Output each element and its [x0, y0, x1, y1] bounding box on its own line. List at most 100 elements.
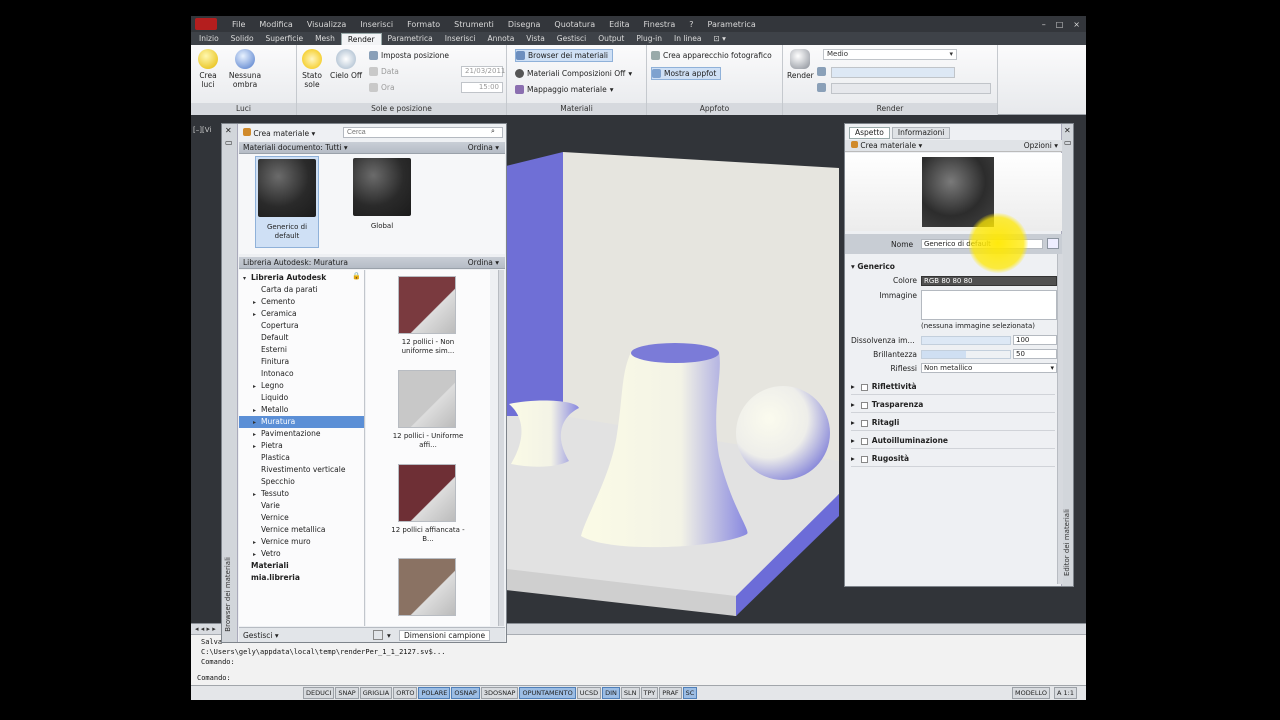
tree-item[interactable]: ▸ Legno — [239, 380, 364, 392]
crea-materiale-button[interactable]: Crea materiale ▾ — [243, 128, 315, 138]
annotation-scale-button[interactable]: A 1:1 — [1054, 687, 1077, 699]
close-icon[interactable]: ✕ — [1064, 126, 1071, 135]
tree-item[interactable]: ▸ Pietra — [239, 440, 364, 452]
material-thumbnail[interactable] — [398, 464, 456, 522]
status-toggle-din[interactable]: DIN — [602, 687, 620, 699]
tree-item[interactable]: Plastica — [239, 452, 364, 464]
model-space-button[interactable]: MODELLO — [1012, 687, 1051, 699]
sort-button[interactable]: Ordina ▾ — [468, 257, 499, 269]
tab-plugin[interactable]: Plug-in — [630, 33, 668, 45]
tab-render[interactable]: Render — [340, 33, 382, 45]
tree-item[interactable]: ▸ Tessuto — [239, 488, 364, 500]
gestisci-button[interactable]: Gestisci ▾ — [243, 631, 279, 640]
document-materials-header[interactable]: Materiali documento: Tutti ▾ Ordina ▾ — [239, 142, 505, 154]
material-swatch-global[interactable]: Global — [351, 156, 415, 248]
tab-inserisci[interactable]: Inserisci — [439, 33, 482, 45]
imposta-posizione-button[interactable]: Imposta posizione — [369, 49, 449, 62]
tree-item[interactable]: ▸ Vernice muro — [239, 536, 364, 548]
panel-title-appfoto[interactable]: Appfoto — [647, 103, 782, 115]
section-checkbox[interactable] — [860, 383, 868, 391]
section-generico[interactable]: ▾ Generico — [851, 262, 895, 271]
status-toggle-3dosnap[interactable]: 3DOSNAP — [480, 687, 519, 699]
thumbnails-scrollbar[interactable] — [498, 270, 504, 626]
search-icon[interactable]: ⌕ — [491, 127, 495, 136]
tab-vista[interactable]: Vista — [520, 33, 551, 45]
editor-scrollbar[interactable] — [1057, 254, 1063, 584]
tab-mesh[interactable]: Mesh — [309, 33, 341, 45]
browser-materiali-button[interactable]: Browser dei materiali — [515, 49, 614, 62]
sort-button[interactable]: Ordina ▾ — [468, 142, 499, 154]
menu-inserisci[interactable]: Inserisci — [353, 20, 400, 29]
section-checkbox[interactable] — [860, 401, 868, 409]
tree-item[interactable]: ▸ Cemento — [239, 296, 364, 308]
panel-title-materiali[interactable]: Materiali — [507, 103, 646, 115]
tree-item[interactable]: Vernice — [239, 512, 364, 524]
tree-item[interactable]: Specchio — [239, 476, 364, 488]
tree-item[interactable]: ▸ Vetro — [239, 548, 364, 560]
status-toggle-deduci[interactable]: DEDUCI — [303, 687, 335, 699]
tree-item[interactable]: ▸ Pavimentazione — [239, 428, 364, 440]
cielo-button[interactable]: Cielo Off — [329, 49, 363, 80]
material-thumbnail[interactable] — [398, 558, 456, 616]
time-field[interactable]: 15:00 — [461, 82, 503, 93]
sample-size-button[interactable]: Dimensioni campione — [399, 630, 491, 641]
tree-item[interactable]: ▸ Metallo — [239, 404, 364, 416]
dissolvenza-input[interactable]: 100 — [1013, 335, 1057, 345]
panel-title-sole[interactable]: Sole e posizione — [297, 103, 506, 115]
tab-in-linea[interactable]: In linea — [668, 33, 707, 45]
tree-item[interactable]: Rivestimento verticale — [239, 464, 364, 476]
tab-informazioni[interactable]: Informazioni — [891, 127, 951, 139]
menu-file[interactable]: File — [225, 20, 252, 29]
tree-item[interactable]: Carta da parati — [239, 284, 364, 296]
section-checkbox[interactable] — [860, 455, 868, 463]
tree-item[interactable]: Liquido — [239, 392, 364, 404]
dissolvenza-slider[interactable] — [921, 336, 1011, 345]
tree-item[interactable]: Esterni — [239, 344, 364, 356]
mappaggio-button[interactable]: Mappaggio materiale ▾ — [515, 83, 613, 96]
panel-title-luci[interactable]: Luci — [191, 103, 296, 115]
render-env-icon[interactable] — [817, 83, 826, 92]
status-toggle-opuntamento[interactable]: OPUNTAMENTO — [519, 687, 576, 699]
section-collapsed[interactable]: ▸ Trasparenza — [851, 400, 1055, 413]
brillantezza-input[interactable]: 50 — [1013, 349, 1057, 359]
app-logo-icon[interactable] — [195, 18, 217, 30]
tree-item[interactable]: Materiali — [239, 560, 364, 572]
tab-output[interactable]: Output — [592, 33, 630, 45]
tree-item[interactable]: Varie — [239, 500, 364, 512]
tab-annota[interactable]: Annota — [482, 33, 521, 45]
opzioni-button[interactable]: Opzioni ▾ — [1024, 140, 1058, 152]
close-icon[interactable]: × — [1073, 20, 1080, 29]
tree-item[interactable]: Intonaco — [239, 368, 364, 380]
maximize-icon[interactable]: □ — [1056, 20, 1064, 29]
menu-visualizza[interactable]: Visualizza — [300, 20, 353, 29]
menu-quotatura[interactable]: Quotatura — [547, 20, 602, 29]
menu-modifica[interactable]: Modifica — [252, 20, 299, 29]
section-checkbox[interactable] — [860, 419, 868, 427]
section-collapsed[interactable]: ▸ Autoilluminazione — [851, 436, 1055, 449]
library-header[interactable]: Libreria Autodesk: Muratura Ordina ▾ — [239, 257, 505, 269]
view-options-icon[interactable] — [373, 630, 383, 640]
command-input[interactable]: Comando: — [197, 674, 231, 682]
status-toggle-sln[interactable]: SLN — [620, 687, 640, 699]
tree-item[interactable]: mia.libreria — [239, 572, 364, 584]
date-field[interactable]: 21/03/2011 — [461, 66, 505, 77]
chevron-down-icon[interactable]: ▾ — [387, 631, 391, 640]
menu-finestra[interactable]: Finestra — [637, 20, 683, 29]
menu-disegna[interactable]: Disegna — [501, 20, 548, 29]
crea-luci-button[interactable]: Crea luci — [197, 49, 219, 89]
menu-formato[interactable]: Formato — [400, 20, 447, 29]
tab-extra[interactable]: ⊡ ▾ — [708, 33, 732, 45]
materiali-composizioni-button[interactable]: Materiali Composizioni Off ▾ — [515, 67, 632, 80]
tree-item[interactable]: ▾ Libreria Autodesk — [239, 272, 364, 284]
menu-help[interactable]: ? — [682, 20, 700, 29]
section-collapsed[interactable]: ▸ Ritagli — [851, 418, 1055, 431]
material-swatch-generico[interactable]: Generico di default — [255, 156, 319, 248]
tab-aspetto[interactable]: Aspetto — [849, 127, 890, 139]
status-toggle-snap[interactable]: SNAP — [335, 687, 359, 699]
status-toggle-ucsd[interactable]: UCSD — [576, 687, 602, 699]
brillantezza-slider[interactable] — [921, 350, 1011, 359]
colore-field[interactable]: RGB 80 80 80 — [921, 276, 1057, 286]
riflessi-select[interactable]: Non metallico ▾ — [921, 363, 1057, 373]
tab-parametrica[interactable]: Parametrica — [382, 33, 439, 45]
tree-item[interactable]: ▸ Muratura — [239, 416, 364, 428]
